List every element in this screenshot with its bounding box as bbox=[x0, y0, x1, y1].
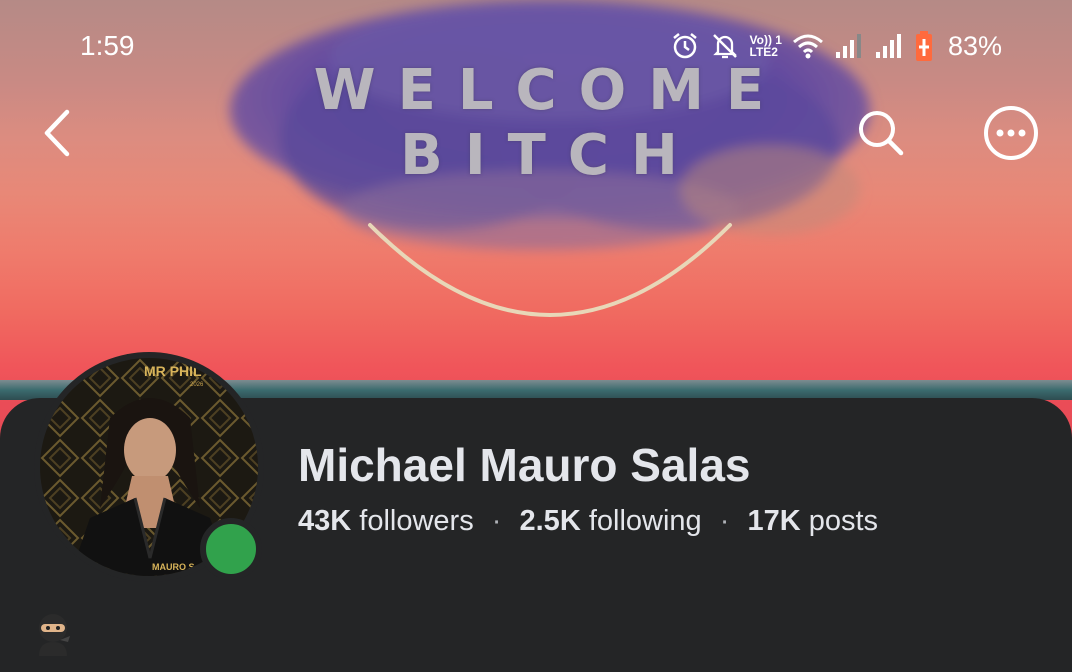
signal-icon bbox=[835, 34, 861, 58]
status-icons: Vo)) 1 LTE2 83% bbox=[670, 30, 1002, 62]
posts-label: posts bbox=[808, 505, 879, 537]
online-status-dot bbox=[200, 518, 262, 580]
cover-text-line2: BITCH bbox=[400, 123, 700, 188]
search-icon bbox=[859, 111, 904, 156]
followers-count[interactable]: 43K bbox=[298, 505, 351, 537]
followers-label[interactable]: followers bbox=[359, 505, 473, 537]
signal-icon-2 bbox=[875, 34, 901, 58]
avatar-badge-year: 2026 bbox=[190, 382, 204, 388]
alarm-icon bbox=[672, 33, 697, 59]
more-options-button[interactable] bbox=[976, 98, 1046, 168]
status-bar: 1:59 Vo)) 1 LTE2 83% bbox=[0, 24, 1072, 68]
stats-separator: · bbox=[491, 505, 502, 537]
more-options-icon bbox=[984, 106, 1038, 160]
profile-stats: 43K followers · 2.5K following · 17K pos… bbox=[298, 505, 878, 538]
smile-arc bbox=[368, 223, 732, 317]
chevron-left-icon bbox=[44, 109, 70, 157]
posts-count: 17K bbox=[747, 505, 801, 537]
profile-name: Michael Mauro Salas bbox=[298, 439, 751, 491]
bell-off-icon bbox=[712, 34, 737, 59]
stats-separator-2: · bbox=[719, 505, 730, 537]
following-label[interactable]: following bbox=[589, 505, 702, 537]
network-type: Vo)) 1 LTE2 bbox=[749, 33, 782, 59]
cover-text-line1: WELCOME bbox=[313, 58, 787, 123]
ninja-emoji-icon bbox=[39, 614, 70, 656]
wifi-icon bbox=[792, 34, 823, 59]
search-button[interactable] bbox=[846, 98, 916, 168]
status-time: 1:59 bbox=[80, 30, 135, 61]
battery-percent: 83% bbox=[947, 30, 1002, 61]
following-count[interactable]: 2.5K bbox=[520, 505, 581, 537]
battery-charging-icon bbox=[915, 31, 932, 61]
back-button[interactable] bbox=[22, 98, 92, 168]
